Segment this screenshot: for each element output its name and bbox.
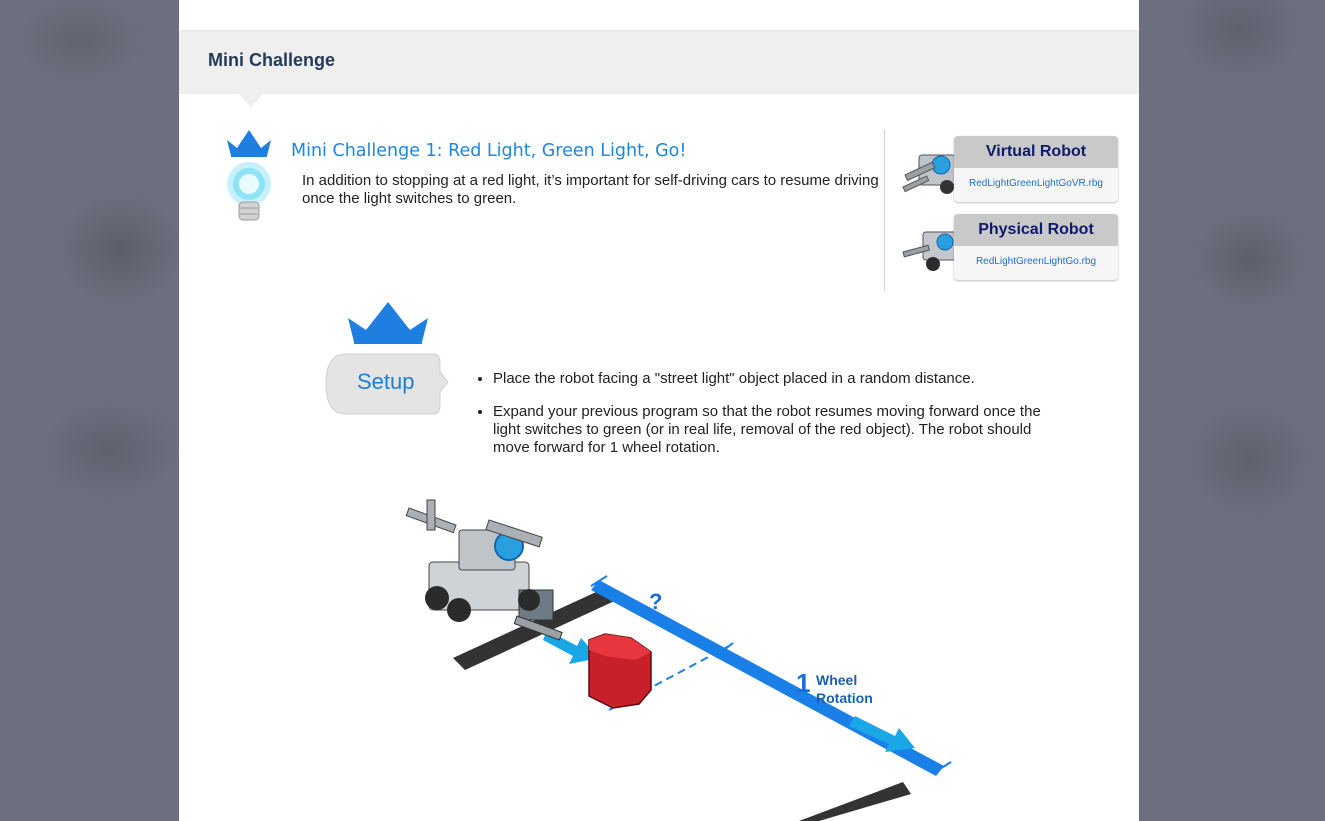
vertical-divider <box>884 130 885 291</box>
setup-instructions: Place the robot facing a "street light" … <box>472 370 1053 472</box>
wheel-rotation-label-line1: Wheel <box>816 672 858 688</box>
robot-illustration <box>405 499 563 641</box>
physical-robot-file-link[interactable]: RedLightGreenLightGo.rbg <box>954 256 1118 267</box>
setup-instruction-item: Expand your previous program so that the… <box>493 403 1053 457</box>
challenge-illustration <box>405 499 952 821</box>
physical-robot-card[interactable]: Physical Robot RedLightGreenLightGo.rbg <box>954 214 1118 280</box>
content-page: Mini Challenge Mini Challenge 1: Red Lig… <box>179 0 1139 821</box>
header-pointer <box>239 94 263 107</box>
virtual-robot-file-link[interactable]: RedLightGreenLightGoVR.rbg <box>954 178 1118 189</box>
virtual-robot-title: Virtual Robot <box>954 136 1118 168</box>
previous-section-bottom <box>179 0 1139 30</box>
wheel-rotation-count: 1 <box>796 668 811 698</box>
virtual-robot-card[interactable]: Virtual Robot RedLightGreenLightGoVR.rbg <box>954 136 1118 202</box>
setup-label: Setup <box>357 369 415 394</box>
physical-robot-title: Physical Robot <box>954 214 1118 246</box>
challenge-title: Mini Challenge 1: Red Light, Green Light… <box>291 141 687 161</box>
section-title: Mini Challenge <box>208 50 336 70</box>
section-header: Mini Challenge <box>179 32 1139 94</box>
setup-crown-badge <box>325 302 449 415</box>
finish-line <box>799 782 911 821</box>
challenge-description: In addition to stopping at a red light, … <box>302 172 879 207</box>
unknown-distance-label: ? <box>649 589 663 614</box>
wheel-rotation-label: Wheel Rotation <box>816 671 873 707</box>
setup-instruction-item: Place the robot facing a "street light" … <box>493 370 1053 388</box>
crown-lightbulb-icon <box>227 130 271 221</box>
wheel-rotation-label-line2: Rotation <box>816 690 873 706</box>
